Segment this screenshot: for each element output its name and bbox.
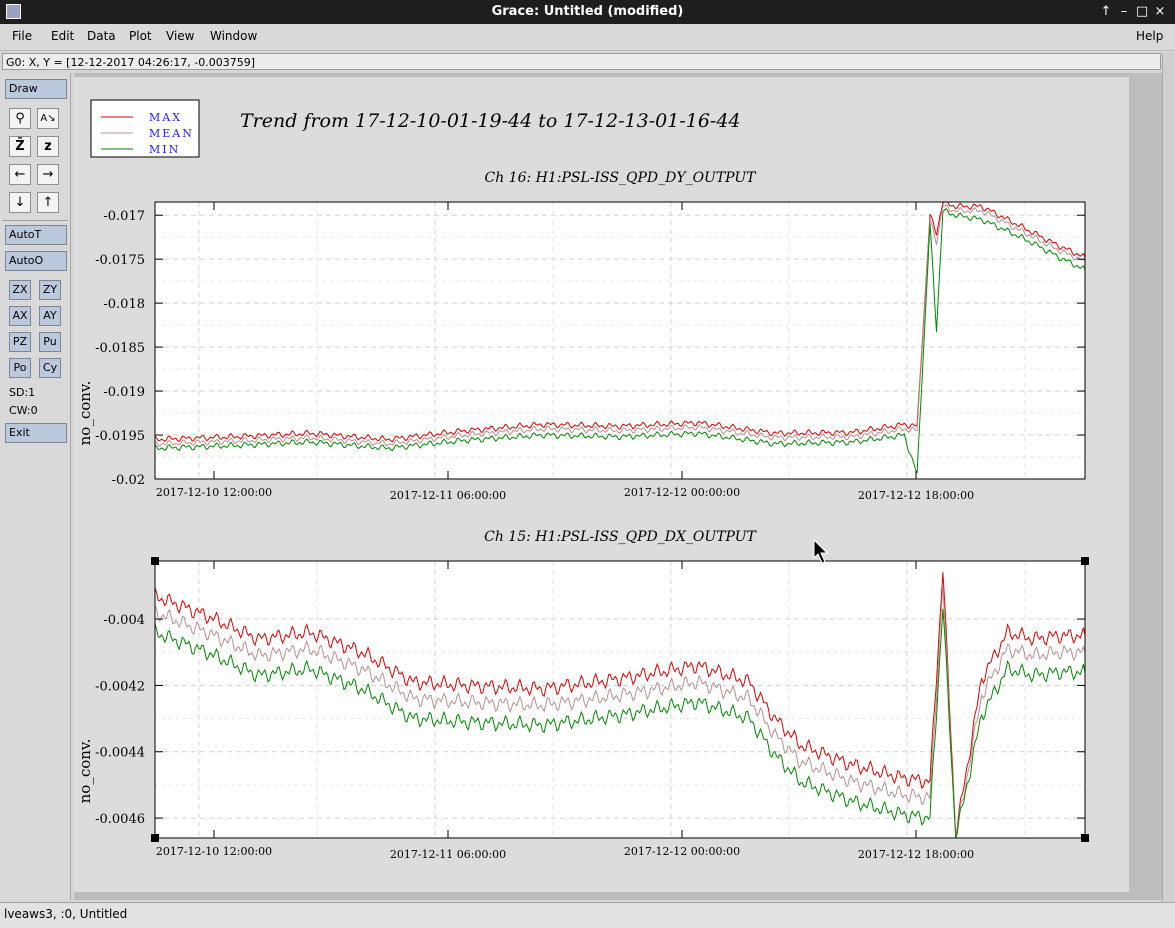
sd-label: SD:1 xyxy=(9,386,36,399)
y-tick-label: -0.019 xyxy=(103,385,145,400)
selection-handle[interactable] xyxy=(1081,834,1089,842)
scroll-up-button[interactable]: ↑ xyxy=(37,192,59,213)
z-button[interactable]: z xyxy=(37,136,59,157)
chart1-subtitle: Ch 16: H1:PSL-ISS_QPD_DY_OUTPUT xyxy=(484,170,757,186)
tool-panel: Draw ⚲ A↘ Z̄ z ← → ↓ ↑ AutoT AutoO ZX ZY… xyxy=(0,73,71,900)
divider xyxy=(2,220,68,221)
y-tick-label: -0.018 xyxy=(103,297,145,312)
chart1-ylabel: no_conv. xyxy=(76,381,94,446)
window-titlebar: Grace: Untitled (modified) ↑ – □ × xyxy=(0,0,1175,24)
cy-button[interactable]: Cy xyxy=(39,358,61,378)
status-bar: lveaws3, :0, Untitled xyxy=(0,902,1175,928)
selection-handle[interactable] xyxy=(151,557,159,565)
maximize-button[interactable]: □ xyxy=(1134,3,1150,21)
autoo-button[interactable]: AutoO xyxy=(5,251,67,271)
y-tick-label: -0.017 xyxy=(103,209,145,224)
chart2-ylabel: no_conv. xyxy=(76,739,94,804)
main-title: Trend from 17-12-10-01-19-44 to 17-12-13… xyxy=(240,110,741,132)
zx-button[interactable]: ZX xyxy=(9,280,31,300)
x-tick-label: 2017-12-12 18:00:00 xyxy=(858,848,974,861)
selection-handle[interactable] xyxy=(1081,557,1089,565)
x-tick-label: 2017-12-11 06:00:00 xyxy=(390,489,506,502)
autoscale-text-button[interactable]: A↘ xyxy=(37,108,59,129)
x-tick-label: 2017-12-11 06:00:00 xyxy=(390,848,506,861)
close-button[interactable]: × xyxy=(1152,3,1168,21)
y-tick-label: -0.0042 xyxy=(95,679,145,694)
zoom-z-icon: Z̄ xyxy=(15,139,25,154)
ay-button[interactable]: AY xyxy=(39,306,61,326)
scroll-down-button[interactable]: ↓ xyxy=(9,192,31,213)
y-tick-label: -0.004 xyxy=(103,613,145,628)
legend-label-max: MAX xyxy=(149,111,182,124)
x-tick-label: 2017-12-10 12:00:00 xyxy=(156,486,272,499)
zoom-icon: ⚲ xyxy=(15,111,25,126)
autot-button[interactable]: AutoT xyxy=(5,225,67,245)
selection-handle[interactable] xyxy=(151,834,159,842)
chart2-subtitle: Ch 15: H1:PSL-ISS_QPD_DX_OUTPUT xyxy=(484,529,757,545)
autoscale-text-icon: A↘ xyxy=(40,113,56,124)
y-tick-label: -0.0044 xyxy=(95,746,145,761)
arrow-down-icon: ↓ xyxy=(14,195,26,210)
mouse-cursor-icon xyxy=(813,538,829,564)
menu-view[interactable]: View xyxy=(166,29,194,43)
zy-button[interactable]: ZY xyxy=(39,280,61,300)
plot-svg: MAX MEAN MIN Trend from 17-12-10-01-19-4… xyxy=(76,99,1089,861)
y-tick-label: -0.0175 xyxy=(95,253,145,268)
chart2-plot: -0.004 -0.0042 -0.0044 -0.0046 2017-12-10 12… xyxy=(95,557,1089,861)
x-tick-label: 2017-12-10 12:00:00 xyxy=(156,845,272,858)
menu-file[interactable]: File xyxy=(12,29,32,43)
chart-background xyxy=(155,561,1085,838)
menu-edit[interactable]: Edit xyxy=(51,29,74,43)
y-tick-label: -0.02 xyxy=(112,473,145,488)
pu-button[interactable]: Pu xyxy=(39,332,61,352)
z-icon: z xyxy=(44,139,52,154)
arrow-left-icon: ← xyxy=(14,167,26,182)
scroll-right-button[interactable]: → xyxy=(37,164,59,185)
x-tick-label: 2017-12-12 00:00:00 xyxy=(624,486,740,499)
menu-data[interactable]: Data xyxy=(87,29,116,43)
plot-canvas[interactable]: MAX MEAN MIN Trend from 17-12-10-01-19-4… xyxy=(74,77,1129,892)
menu-window[interactable]: Window xyxy=(210,29,257,43)
scroll-left-button[interactable]: ← xyxy=(9,164,31,185)
menu-help[interactable]: Help xyxy=(1136,29,1163,43)
arrow-up-icon: ↑ xyxy=(42,195,54,210)
legend-label-min: MIN xyxy=(149,143,180,156)
y-tick-label: -0.0185 xyxy=(95,341,145,356)
vertical-scrollbar[interactable] xyxy=(1162,53,1174,901)
pz-button[interactable]: PZ xyxy=(9,332,31,352)
horizontal-scrollbar[interactable] xyxy=(74,892,1162,900)
window-title: Grace: Untitled (modified) xyxy=(491,4,684,19)
x-tick-label: 2017-12-12 00:00:00 xyxy=(624,845,740,858)
po-button[interactable]: Po xyxy=(9,358,31,378)
location-readout: G0: X, Y = [12-12-2017 04:26:17, -0.0037… xyxy=(2,53,1161,70)
zoom-button[interactable]: ⚲ xyxy=(9,108,31,129)
raise-window-button[interactable]: ↑ xyxy=(1098,3,1114,21)
chart1-plot: -0.017 -0.0175 -0.018 -0.0185 -0.019 -0.0195 -… xyxy=(95,201,1086,502)
menubar: File Edit Data Plot View Window Help xyxy=(0,24,1175,51)
x-tick-label: 2017-12-12 18:00:00 xyxy=(858,489,974,502)
legend-label-mean: MEAN xyxy=(149,127,194,140)
y-tick-label: -0.0195 xyxy=(95,429,145,444)
minimize-button[interactable]: – xyxy=(1116,3,1132,21)
draw-button[interactable]: Draw xyxy=(5,79,67,99)
menu-plot[interactable]: Plot xyxy=(129,29,152,43)
canvas-frame: MAX MEAN MIN Trend from 17-12-10-01-19-4… xyxy=(74,73,1162,900)
exit-button[interactable]: Exit xyxy=(5,423,67,443)
ax-button[interactable]: AX xyxy=(9,306,31,326)
zoom-z-button[interactable]: Z̄ xyxy=(9,136,31,157)
cw-label: CW:0 xyxy=(9,404,38,417)
arrow-right-icon: → xyxy=(42,167,54,182)
y-tick-label: -0.0046 xyxy=(95,812,145,827)
